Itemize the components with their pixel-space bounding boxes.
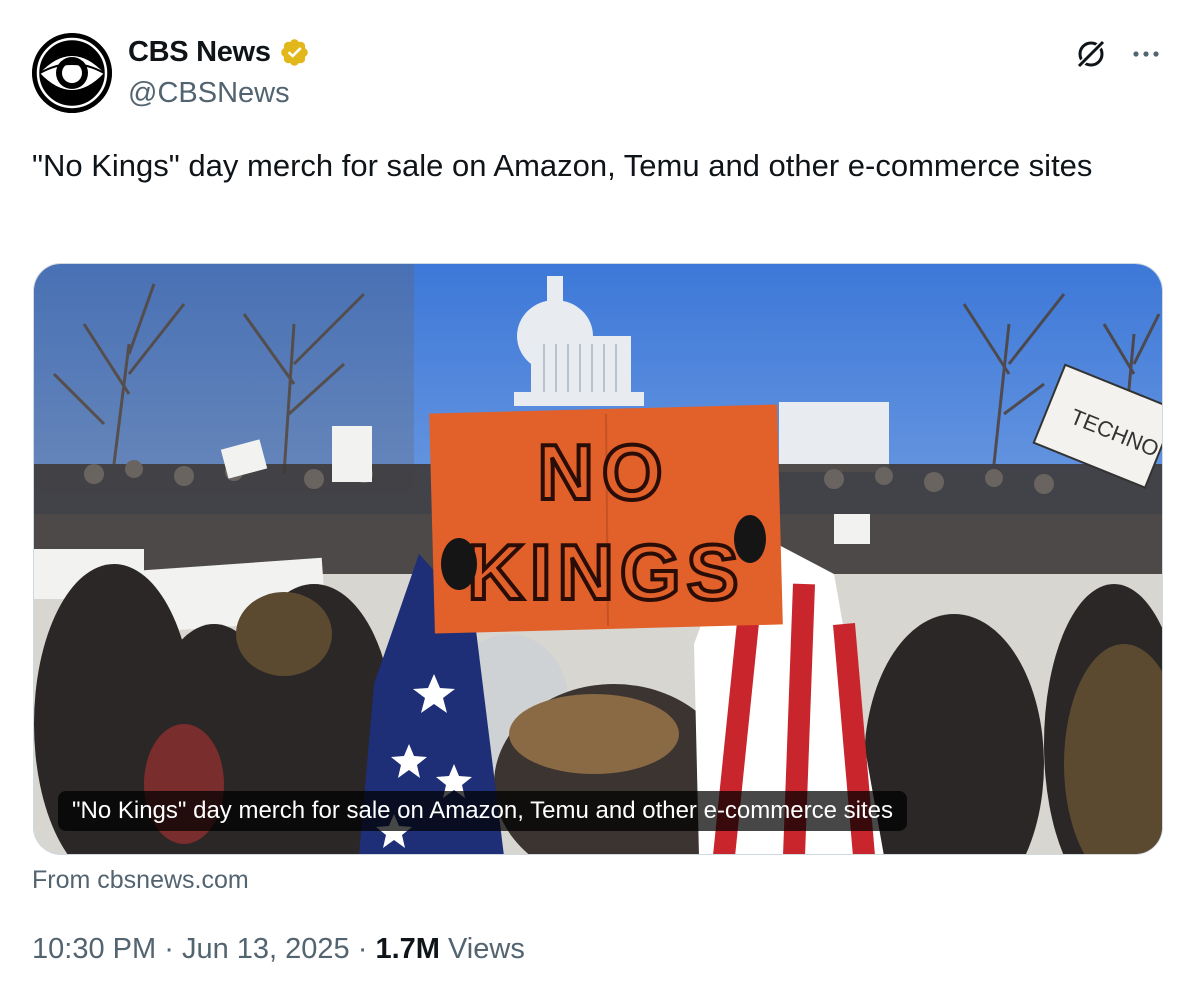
account-name-row: CBS News [128, 36, 310, 69]
meta-separator: · [357, 933, 368, 965]
cbs-eye-logo-icon [32, 33, 112, 113]
tweet-text: "No Kings" day merch for sale on Amazon,… [32, 148, 1093, 183]
tweet-meta: 10:30 PM · Jun 13, 2025 · 1.7M Views [32, 933, 525, 966]
tweet-time[interactable]: 10:30 PM [32, 933, 156, 965]
media-caption: "No Kings" day merch for sale on Amazon,… [58, 791, 907, 831]
account-handle[interactable]: @CBSNews [128, 77, 290, 110]
link-card-media[interactable]: TECHNO NO KINGS "No Kings" day merch for… [33, 263, 1163, 855]
sign-text-kings: KINGS [467, 528, 744, 616]
avatar[interactable] [32, 33, 112, 113]
display-name[interactable]: CBS News [128, 36, 271, 69]
more-options-icon[interactable] [1128, 36, 1164, 72]
verified-badge-icon[interactable] [279, 37, 310, 68]
sign-text-no: NO [538, 428, 671, 516]
grok-icon[interactable] [1073, 36, 1109, 72]
protest-photo: TECHNO NO KINGS [34, 264, 1162, 854]
views-count[interactable]: 1.7M [375, 933, 439, 965]
views-label: Views [447, 933, 525, 965]
source-link[interactable]: From cbsnews.com [32, 866, 249, 895]
meta-separator: · [164, 933, 174, 965]
tweet-date[interactable]: Jun 13, 2025 [182, 933, 350, 965]
